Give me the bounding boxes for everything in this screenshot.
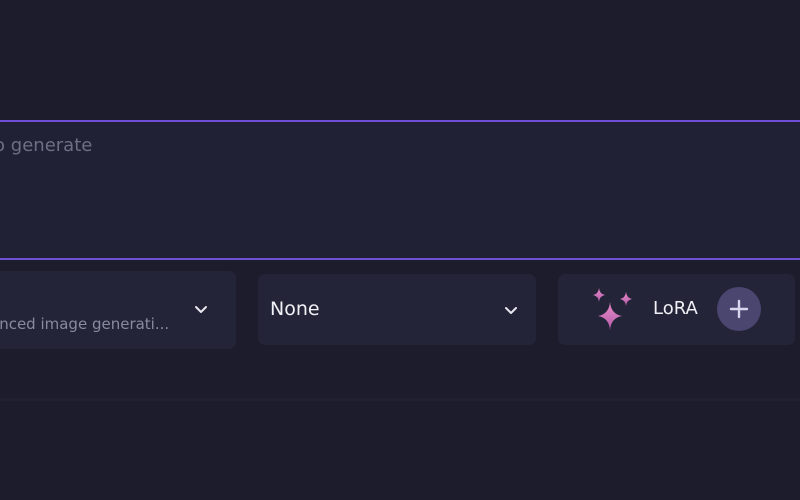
model-description: anced image generati... <box>0 315 170 333</box>
generation-panel: anced image generati... None LoRA <box>0 0 800 500</box>
chevron-down-icon <box>195 306 207 313</box>
lora-panel: LoRA <box>558 274 795 345</box>
plus-icon <box>729 299 749 319</box>
chevron-down-icon <box>505 307 517 314</box>
style-select[interactable]: None <box>258 274 536 345</box>
lora-label: LoRA <box>653 298 698 319</box>
add-lora-button[interactable] <box>717 287 761 331</box>
model-select[interactable]: anced image generati... <box>0 271 236 349</box>
prompt-input[interactable] <box>0 135 787 245</box>
sparkle-icon <box>593 288 632 330</box>
divider <box>0 398 800 401</box>
prompt-container <box>0 120 800 260</box>
style-select-value: None <box>270 298 320 320</box>
